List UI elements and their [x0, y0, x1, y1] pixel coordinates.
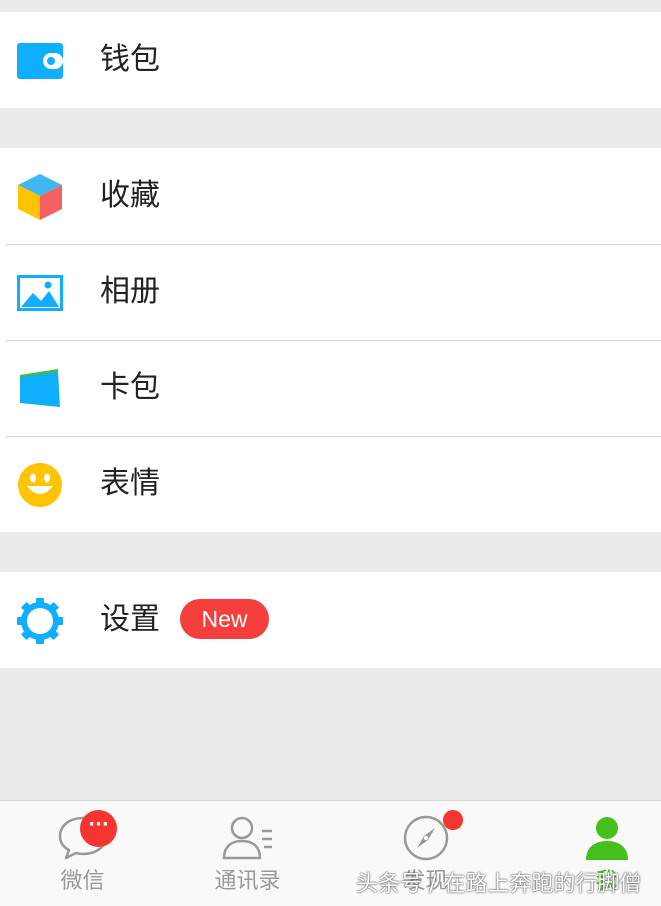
- contacts-icon: [222, 815, 274, 865]
- smiley-icon: [16, 462, 64, 508]
- photo-album-icon: [16, 270, 64, 316]
- menu-item-cards[interactable]: 卡包: [0, 340, 661, 436]
- gear-icon: [16, 598, 64, 644]
- menu-group-content: 收藏 相册 卡包 表情: [0, 148, 661, 532]
- wallet-icon: [16, 38, 64, 84]
- menu-item-stickers[interactable]: 表情: [0, 436, 661, 532]
- menu-item-label: 相册: [100, 274, 160, 309]
- person-icon: [584, 815, 630, 865]
- tab-contacts[interactable]: 通讯录: [165, 801, 330, 906]
- menu-item-label: 钱包: [100, 42, 160, 77]
- menu-item-label: 收藏: [100, 178, 160, 213]
- cube-icon: [16, 174, 64, 220]
- menu-item-favorites[interactable]: 收藏: [0, 148, 661, 244]
- unread-badge: ···: [80, 810, 117, 847]
- discover-red-dot: [443, 810, 463, 830]
- menu-item-album[interactable]: 相册: [0, 244, 661, 340]
- menu-group-settings: 设置 New: [0, 572, 661, 668]
- menu-item-label: 卡包: [100, 370, 160, 405]
- menu-item-label: 设置: [100, 602, 160, 637]
- menu-item-wallet[interactable]: 钱包: [0, 12, 661, 108]
- menu-item-settings[interactable]: 设置 New: [0, 572, 661, 668]
- watermark: 头条号 / 在路上奔跑的行脚僧: [356, 872, 642, 897]
- tab-label: 微信: [60, 869, 105, 894]
- card-icon: [16, 366, 64, 412]
- menu-item-label: 表情: [100, 466, 160, 501]
- menu-group-wallet: 钱包: [0, 12, 661, 108]
- tab-label: 通讯录: [214, 869, 281, 894]
- new-badge: New: [180, 599, 269, 639]
